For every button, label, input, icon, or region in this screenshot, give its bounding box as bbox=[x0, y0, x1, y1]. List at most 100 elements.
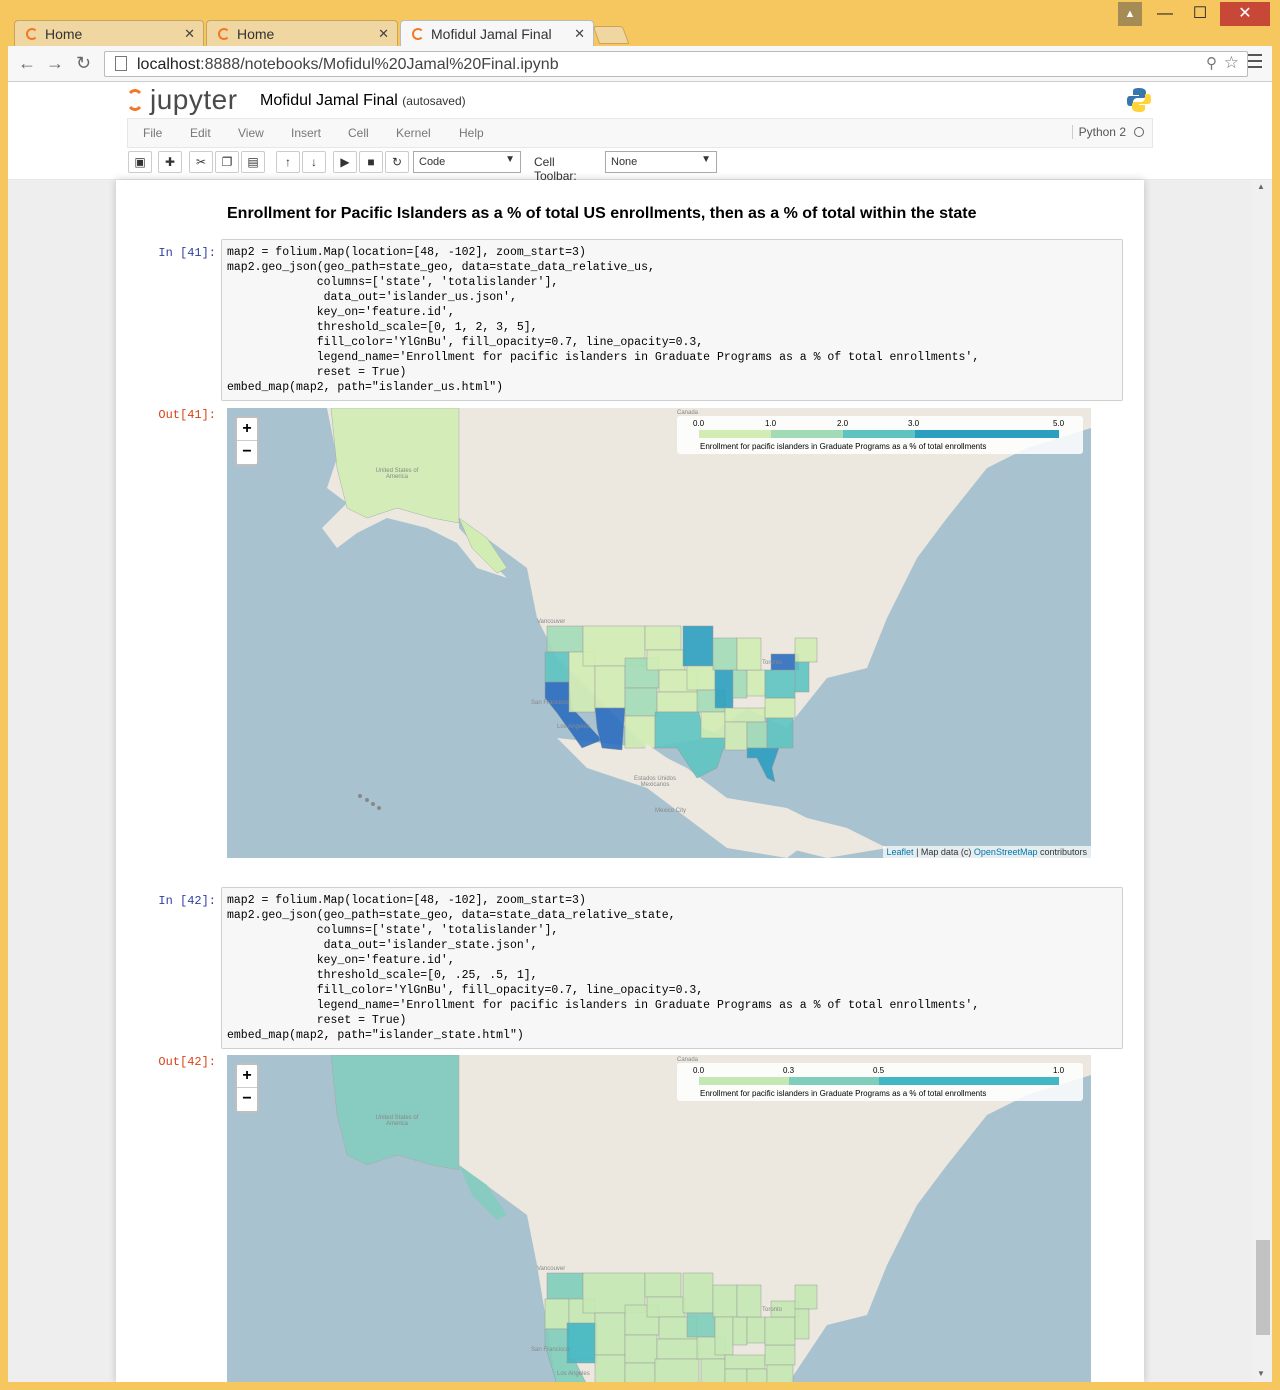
code-line: fill_color='YlGnBu', fill_opacity=0.7, l… bbox=[227, 984, 704, 997]
legend-tick: 0.0 bbox=[693, 419, 705, 428]
map-label-usa: United States of America bbox=[375, 468, 419, 480]
map-attribution: Leaflet | Map data (c) OpenStreetMap con… bbox=[882, 846, 1091, 858]
tab-notebook[interactable]: Mofidul Jamal Final ✕ bbox=[400, 20, 594, 47]
tab-title: Home bbox=[45, 26, 83, 42]
zoom-out-button[interactable]: − bbox=[237, 441, 257, 464]
map-tiles bbox=[227, 1055, 1091, 1382]
cell-toolbar-select[interactable]: None ▼ bbox=[605, 151, 717, 173]
tab-home-1[interactable]: Home ✕ bbox=[14, 20, 204, 46]
close-tab-icon[interactable]: ✕ bbox=[574, 26, 585, 42]
code-line: map2 = folium.Map(location=[48, -102], z… bbox=[227, 246, 586, 259]
code-line: key_on='feature.id', bbox=[227, 306, 455, 319]
menu-kernel[interactable]: Kernel bbox=[396, 126, 431, 140]
autosave-status: (autosaved) bbox=[402, 94, 466, 108]
zoom-out-button[interactable]: − bbox=[237, 1088, 257, 1111]
vertical-scrollbar[interactable]: ▲ ▼ bbox=[1252, 180, 1272, 1382]
notebook-title[interactable]: Mofidul Jamal Final (autosaved) bbox=[260, 92, 466, 110]
zoom-icon[interactable]: ⚲ bbox=[1206, 54, 1217, 72]
zoom-in-button[interactable]: + bbox=[237, 418, 257, 441]
legend-tick: 1.0 bbox=[1053, 1066, 1065, 1075]
map-label-mexico-city: Mexico City bbox=[655, 808, 687, 814]
paste-icon[interactable]: ▤ bbox=[241, 151, 265, 173]
tab-home-2[interactable]: Home ✕ bbox=[206, 20, 398, 46]
map-label-toronto: Toronto bbox=[762, 660, 783, 666]
code-line: key_on='feature.id', bbox=[227, 954, 455, 967]
osm-link[interactable]: OpenStreetMap bbox=[974, 847, 1038, 857]
tab-title: Mofidul Jamal Final bbox=[431, 26, 552, 42]
chrome-menu-icon[interactable] bbox=[1248, 54, 1262, 72]
legend-swatch bbox=[843, 430, 915, 438]
close-tab-icon[interactable]: ✕ bbox=[378, 26, 389, 42]
menu-help[interactable]: Help bbox=[459, 126, 484, 140]
map-label-los-angeles: Los Angeles bbox=[557, 724, 590, 730]
save-icon[interactable]: ▣ bbox=[128, 151, 152, 173]
insert-cell-icon[interactable]: ✚ bbox=[158, 151, 182, 173]
star-bookmark-icon[interactable]: ☆ bbox=[1224, 53, 1239, 73]
copy-icon[interactable]: ❐ bbox=[215, 151, 239, 173]
legend-tick: 0.5 bbox=[873, 1066, 885, 1075]
leaflet-link[interactable]: Leaflet bbox=[887, 847, 914, 857]
url-host: localhost bbox=[137, 56, 201, 73]
map-label-san-francisco: San Francisco bbox=[531, 1347, 570, 1353]
code-line: legend_name='Enrollment for pacific isla… bbox=[227, 351, 980, 364]
reload-icon[interactable]: ↻ bbox=[76, 54, 91, 72]
restart-icon[interactable]: ↻ bbox=[385, 151, 409, 173]
tab-strip: Home ✕ Home ✕ Mofidul Jamal Final ✕ ▲ — … bbox=[0, 0, 1280, 47]
scrollbar-thumb[interactable] bbox=[1256, 1240, 1270, 1335]
map-label-vancouver: Vancouver bbox=[537, 619, 566, 625]
map-legend: 0.0 0.3 0.5 1.0 Enrollment for pacific i… bbox=[677, 1063, 1083, 1101]
code-line: legend_name='Enrollment for pacific isla… bbox=[227, 999, 980, 1012]
menu-view[interactable]: View bbox=[238, 126, 264, 140]
page-icon bbox=[115, 56, 127, 71]
menu-row: File Edit View Insert Cell Kernel Help P… bbox=[127, 118, 1153, 148]
jupyter-logo-icon bbox=[126, 89, 144, 111]
minimize-button[interactable]: — bbox=[1152, 2, 1178, 26]
cell-type-select[interactable]: Code ▼ bbox=[413, 151, 521, 173]
page-viewport: jupyter Mofidul Jamal Final (autosaved) … bbox=[8, 82, 1272, 1382]
browser-toolbar: ← → ↻ localhost:8888/notebooks/Mofidul%2… bbox=[8, 46, 1272, 82]
menu-edit[interactable]: Edit bbox=[190, 126, 211, 140]
code-cell-41[interactable]: map2 = folium.Map(location=[48, -102], z… bbox=[221, 239, 1123, 401]
cut-icon[interactable]: ✂ bbox=[189, 151, 213, 173]
menu-cell[interactable]: Cell bbox=[348, 126, 369, 140]
jupyter-logo[interactable]: jupyter bbox=[126, 84, 238, 116]
map-label-san-francisco: San Francisco bbox=[531, 700, 570, 706]
folium-map-state[interactable]: Canada United States of America Vancouve… bbox=[227, 1055, 1091, 1382]
close-window-button[interactable]: ✕ bbox=[1220, 2, 1270, 26]
back-arrow-icon[interactable]: ← bbox=[18, 54, 36, 72]
legend-tick: 2.0 bbox=[837, 419, 849, 428]
user-profile-icon[interactable]: ▲ bbox=[1118, 2, 1142, 26]
zoom-control: + − bbox=[235, 416, 259, 466]
scroll-down-arrow-icon[interactable]: ▼ bbox=[1257, 1369, 1265, 1378]
legend-swatch bbox=[879, 1077, 1059, 1085]
code-cell-42[interactable]: map2 = folium.Map(location=[48, -102], z… bbox=[221, 887, 1123, 1049]
maximize-button[interactable]: ☐ bbox=[1186, 2, 1214, 26]
menu-file[interactable]: File bbox=[143, 126, 162, 140]
jupyter-favicon-icon bbox=[218, 28, 230, 40]
stop-icon[interactable]: ■ bbox=[359, 151, 383, 173]
input-prompt: In [41]: bbox=[158, 246, 216, 260]
map-tiles bbox=[227, 408, 1091, 858]
code-line: map2.geo_json(geo_path=state_geo, data=s… bbox=[227, 909, 676, 922]
menu-insert[interactable]: Insert bbox=[291, 126, 321, 140]
forward-arrow-icon[interactable]: → bbox=[46, 54, 64, 72]
notebook-container: Enrollment for Pacific Islanders as a % … bbox=[116, 180, 1144, 1382]
legend-swatch bbox=[699, 430, 771, 438]
move-down-icon[interactable]: ↓ bbox=[302, 151, 326, 173]
output-prompt: Out[41]: bbox=[158, 408, 216, 422]
move-up-icon[interactable]: ↑ bbox=[276, 151, 300, 173]
run-icon[interactable]: ▶ bbox=[333, 151, 357, 173]
code-line: threshold_scale=[0, 1, 2, 3, 5], bbox=[227, 321, 538, 334]
scroll-up-arrow-icon[interactable]: ▲ bbox=[1257, 182, 1265, 191]
map-label-mexico: Estados Unidos Mexicanos bbox=[633, 776, 677, 788]
folium-map-us[interactable]: Canada United States of America Vancouve… bbox=[227, 408, 1091, 858]
zoom-in-button[interactable]: + bbox=[237, 1065, 257, 1088]
code-line: columns=['state', 'totalislander'], bbox=[227, 276, 559, 289]
caret-down-icon: ▼ bbox=[505, 154, 515, 165]
caret-down-icon: ▼ bbox=[701, 154, 711, 165]
new-tab-button[interactable] bbox=[592, 26, 630, 44]
code-line: reset = True) bbox=[227, 366, 407, 379]
address-bar[interactable]: localhost:8888/notebooks/Mofidul%20Jamal… bbox=[104, 51, 1248, 77]
code-line: fill_color='YlGnBu', fill_opacity=0.7, l… bbox=[227, 336, 704, 349]
close-tab-icon[interactable]: ✕ bbox=[184, 26, 195, 42]
